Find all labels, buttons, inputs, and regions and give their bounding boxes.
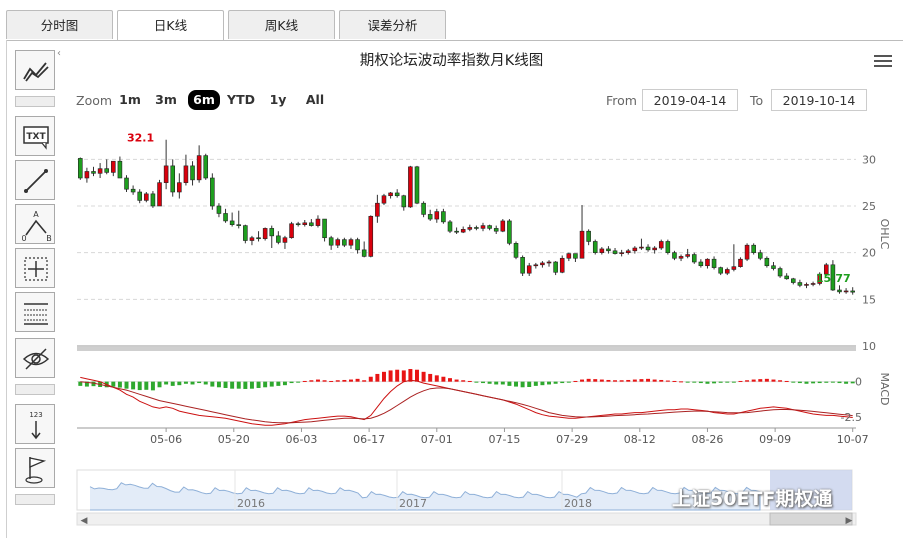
from-label: From <box>606 93 637 108</box>
to-label: To <box>750 93 764 108</box>
pattern-a-label: A <box>33 210 39 219</box>
abc-pattern-icon: A 0 B <box>21 210 52 243</box>
zoom-label: Zoom <box>76 93 113 108</box>
table-icon <box>24 303 48 325</box>
zoom-3m-button[interactable]: 3m <box>152 90 180 110</box>
zoom-1m-button[interactable]: 1m <box>116 90 144 110</box>
toolbar-separator <box>15 384 55 395</box>
zoom-6m-button[interactable]: 6m <box>188 90 220 110</box>
txt-label: TXT <box>26 132 46 142</box>
hide-icon <box>22 348 50 370</box>
text-tool-button[interactable]: TXT <box>15 116 55 156</box>
abc-pattern-tool-button[interactable]: A 0 B <box>15 204 55 244</box>
segment-icon <box>24 169 48 193</box>
text-icon: TXT <box>23 126 49 150</box>
toolbar-separator <box>15 96 55 107</box>
chart-frame <box>6 40 903 538</box>
zoom-all-button[interactable]: All <box>300 90 330 110</box>
from-date-input[interactable]: 2019-04-14 <box>642 89 738 111</box>
tab-weekly-k[interactable]: 周K线 <box>228 10 335 39</box>
zoom-ytd-button[interactable]: YTD <box>224 90 258 110</box>
watermark-text: 上证50ETF期权通 <box>672 488 833 510</box>
measure-tool-button[interactable]: 123 <box>15 404 55 444</box>
measure-icon: 123 <box>29 411 43 440</box>
pattern-b-label: B <box>46 234 52 243</box>
tab-bar: 分时图 日K线 周K线 误差分析 <box>6 10 446 41</box>
table-tool-button[interactable] <box>15 292 55 332</box>
flag-tool-button[interactable] <box>15 448 55 488</box>
crosshair-tool-button[interactable] <box>15 248 55 288</box>
crosshair-icon <box>24 257 48 281</box>
tab-daily-k[interactable]: 日K线 <box>117 10 224 41</box>
flag-icon <box>25 457 47 484</box>
segment-tool-button[interactable] <box>15 160 55 200</box>
chart-title: 期权论坛波动率指数月K线图 <box>359 53 544 69</box>
tab-error-analysis[interactable]: 误差分析 <box>339 10 446 39</box>
pattern-zero-label: 0 <box>21 234 26 243</box>
to-date-input[interactable]: 2019-10-14 <box>771 89 867 111</box>
tab-intraday[interactable]: 分时图 <box>6 10 113 39</box>
hide-drawings-button[interactable] <box>15 338 55 378</box>
measure-label: 123 <box>29 411 42 419</box>
chart-menu-icon[interactable] <box>874 55 892 69</box>
toolbar-separator <box>15 494 55 505</box>
zoom-1y-button[interactable]: 1y <box>266 90 290 110</box>
